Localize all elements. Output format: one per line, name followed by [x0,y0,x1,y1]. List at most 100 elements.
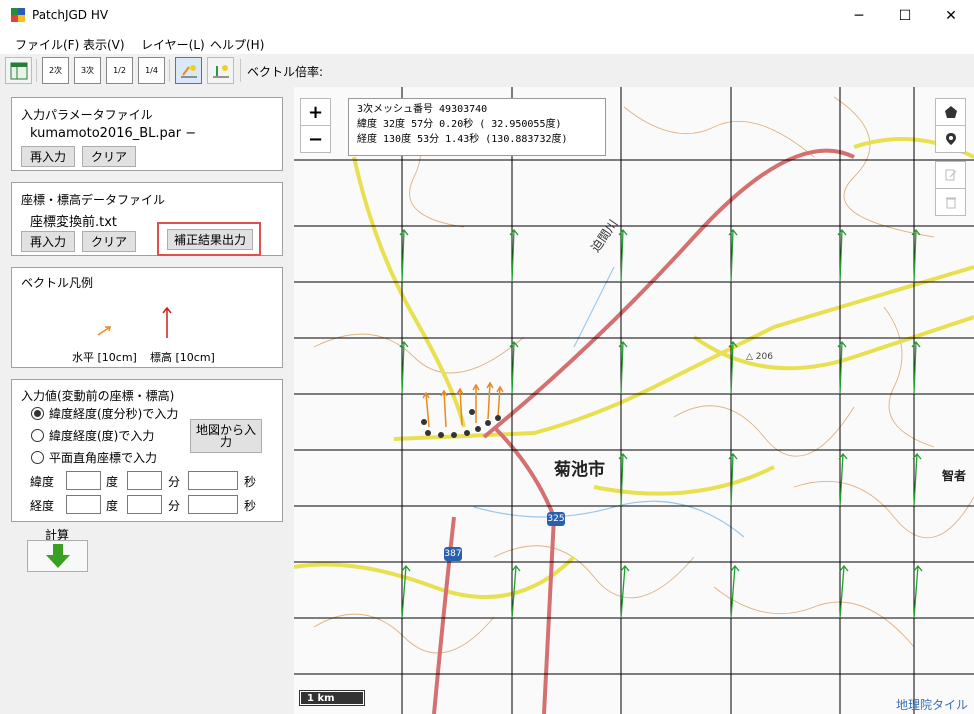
radio-degree-label: 緯度経度(度)で入力 [49,429,155,443]
vector-height-button[interactable] [207,57,234,84]
marker-icon [945,133,956,145]
radio-degree[interactable] [31,429,44,442]
menu-help[interactable]: ヘルプ(H) [210,36,264,53]
menu-file[interactable]: ファイル(F) [15,36,79,53]
rivers [473,266,745,538]
window-title: PatchJGD HV [32,8,109,22]
mesh-3rd-label: 3次 [80,66,95,75]
edit-layers-button[interactable] [935,161,966,189]
delete-layers-button[interactable] [935,188,966,216]
menu-view[interactable]: 表示(V) [83,36,125,53]
info-lon-line: 経度 130度 53分 1.43秒 (130.883732度) [357,134,568,145]
lat-deg-field[interactable] [66,471,101,490]
tile-attribution[interactable]: 地理院タイル [896,696,968,713]
height-vector-icon [212,64,229,77]
horizontal-vector-icon [180,64,197,77]
lon-sec-unit: 秒 [244,499,257,513]
map-input-button[interactable]: 地図から入力 [190,419,262,453]
menu-bar: ファイル(F) 表示(V) レイヤー(L) ヘルプ(H) [0,31,974,54]
title-bar: PatchJGD HV ─ ☐ ✕ [0,0,974,31]
lat-sec-field[interactable] [188,471,238,490]
input-title: 入力値(変動前の座標・標高) [21,389,175,403]
toolbar: 2次 3次 1/2 1/4 [0,54,974,88]
maximize-button[interactable]: ☐ [882,0,928,31]
coord-clear-button[interactable]: クリア [82,231,136,252]
toolbar-separator [169,59,170,82]
lat-label: 緯度 [30,475,55,489]
app-icon [11,8,25,22]
route-387-shield: 387 [444,547,462,561]
scale-bar: 1 km [299,690,365,706]
lon-min-unit: 分 [168,499,181,513]
param-clear-button[interactable]: クリア [82,146,136,167]
legend-height-label: 標高 [10cm] [150,351,215,364]
lon-deg-field[interactable] [66,495,101,514]
minimize-button[interactable]: ─ [836,0,882,31]
map-canvas [294,87,974,714]
mesh-2nd-button[interactable]: 2次 [42,57,69,84]
mesh-info-box: 3次メッシュ番号 49303740 緯度 32度 57分 0.20秒 ( 32.… [348,98,606,156]
coord-filename: 座標変換前.txt [30,215,118,230]
draw-marker-button[interactable] [935,125,966,153]
input-value-panel: 入力値(変動前の座標・標高) 緯度経度(度分秒)で入力 緯度経度(度)で入力 平… [11,379,283,522]
param-filename: kumamoto2016_BL.par − [30,126,197,141]
height-arrow-icon [162,306,172,338]
zoom-in-button[interactable]: + [300,98,331,126]
horizontal-arrow-icon [97,326,111,336]
zoom-out-button[interactable]: − [300,125,331,153]
legend-title: ベクトル凡例 [21,276,94,290]
calc-button[interactable] [27,540,88,572]
toolbar-separator [36,59,37,82]
mesh-3rd-button[interactable]: 3次 [74,57,101,84]
lat-deg-unit: 度 [106,475,119,489]
panel-toggle-button[interactable] [5,57,32,84]
map-view[interactable]: + − 3次メッシュ番号 49303740 緯度 32度 57分 0.20秒 (… [294,87,974,714]
vector-horizontal-button[interactable] [175,57,202,84]
mesh-quarter-button[interactable]: 1/4 [138,57,165,84]
city-label-east: 智者 [942,469,967,483]
radio-plane[interactable] [31,451,44,464]
lon-min-field[interactable] [127,495,162,514]
lon-sec-field[interactable] [188,495,238,514]
edit-icon [945,169,956,181]
radio-dms[interactable] [31,407,44,420]
contour-lines [313,96,974,654]
left-panel: 入力パラメータファイル kumamoto2016_BL.par − 再入力 クリ… [0,87,294,714]
info-mesh-line: 3次メッシュ番号 49303740 [357,104,488,115]
yellow-roads [294,137,974,599]
city-label-kikuchi: 菊池市 [554,460,605,480]
lat-min-unit: 分 [168,475,181,489]
radio-dms-label: 緯度経度(度分秒)で入力 [49,407,179,421]
pentagon-icon [944,106,957,118]
down-arrow-icon [45,544,70,568]
mesh-quarter-label: 1/4 [145,66,158,75]
vector-scale-label: ベクトル倍率: [247,65,324,79]
menu-layer[interactable]: レイヤー(L) [141,36,205,53]
vector-legend-panel: ベクトル凡例 水平 [10cm] 標高 [10cm] [11,267,283,368]
lon-deg-unit: 度 [106,499,119,513]
highlight-box [157,222,261,256]
trash-icon [945,197,956,209]
param-reinput-button[interactable]: 再入力 [21,146,75,167]
coord-file-panel: 座標・標高データファイル 座標変換前.txt 再入力 クリア 補正結果出力 [11,182,283,256]
lon-label: 経度 [30,499,55,513]
toolbar-separator [240,59,241,82]
legend-horizontal-label: 水平 [10cm] [72,351,137,364]
info-lat-line: 緯度 32度 57分 0.20秒 ( 32.950055度) [357,119,562,130]
lat-min-field[interactable] [127,471,162,490]
mesh-2nd-label: 2次 [48,66,63,75]
route-325-shield: 325 [547,512,565,526]
draw-polygon-button[interactable] [935,98,966,126]
coord-reinput-button[interactable]: 再入力 [21,231,75,252]
panel-layout-icon [10,62,27,79]
mesh-half-button[interactable]: 1/2 [106,57,133,84]
close-button[interactable]: ✕ [928,0,974,31]
param-file-title: 入力パラメータファイル [21,108,153,122]
lat-sec-unit: 秒 [244,475,257,489]
param-file-panel: 入力パラメータファイル kumamoto2016_BL.par − 再入力 クリ… [11,97,283,171]
green-vectors [399,228,923,619]
mesh-half-label: 1/2 [113,66,126,75]
radio-plane-label: 平面直角座標で入力 [49,451,158,465]
peak-label: △ 206 [746,352,773,362]
red-roads [432,148,855,714]
